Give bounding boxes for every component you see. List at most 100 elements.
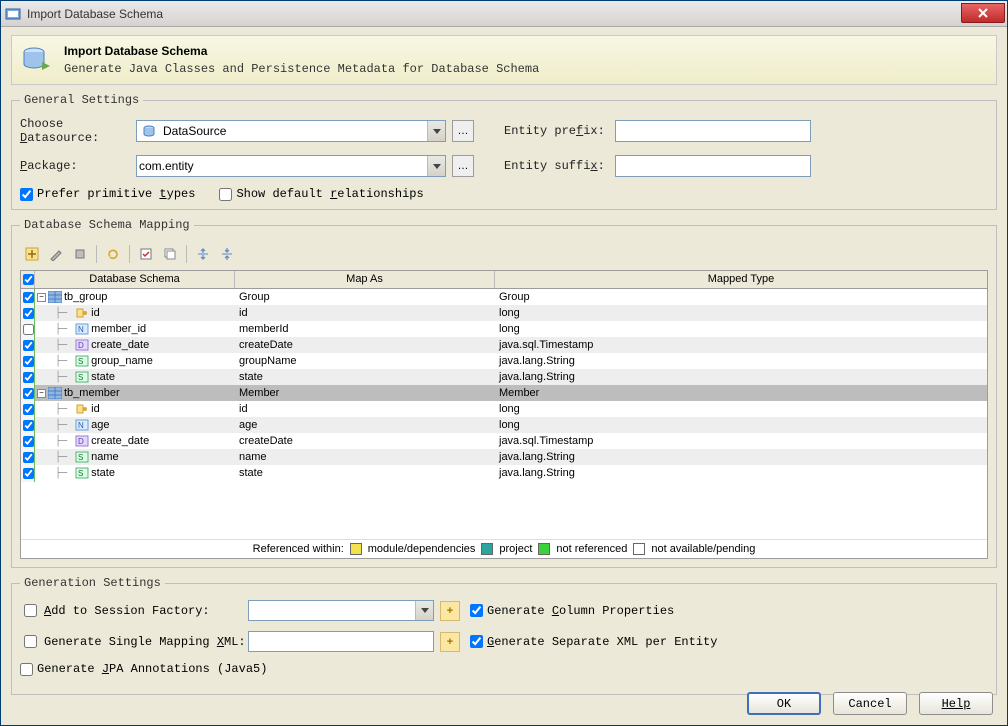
- mapped-type-cell[interactable]: java.lang.String: [495, 451, 987, 463]
- row-checkbox[interactable]: [23, 436, 34, 447]
- show-default-relationships-checkbox[interactable]: Show default relationships: [219, 187, 423, 201]
- dropdown-arrow-icon[interactable]: [427, 121, 445, 141]
- table-row[interactable]: ├─ Sstatestatejava.lang.String: [21, 369, 987, 385]
- expander-icon[interactable]: −: [37, 293, 46, 302]
- row-checkbox[interactable]: [23, 420, 34, 431]
- dropdown-arrow-icon[interactable]: [427, 156, 445, 176]
- map-as-cell[interactable]: name: [235, 451, 495, 463]
- mapped-type-cell[interactable]: java.lang.String: [495, 371, 987, 383]
- select-all-checkbox[interactable]: [23, 274, 34, 285]
- general-settings-legend: General Settings: [20, 93, 143, 107]
- row-checkbox[interactable]: [23, 340, 34, 351]
- mapped-type-cell[interactable]: long: [495, 419, 987, 431]
- mapped-type-cell[interactable]: long: [495, 323, 987, 335]
- mapped-type-cell[interactable]: java.lang.String: [495, 467, 987, 479]
- copy-icon[interactable]: [160, 244, 180, 264]
- entity-suffix-input[interactable]: [615, 155, 811, 177]
- generate-single-mapping-checkbox[interactable]: Generate Single Mapping XML:: [20, 632, 248, 651]
- table-row[interactable]: ├─ Dcreate_datecreateDatejava.sql.Timest…: [21, 337, 987, 353]
- mapped-type-cell[interactable]: Group: [495, 291, 987, 303]
- row-checkbox[interactable]: [23, 324, 34, 335]
- table-row[interactable]: ├─ ididlong: [21, 305, 987, 321]
- table-row[interactable]: ├─ ididlong: [21, 401, 987, 417]
- expand-all-icon[interactable]: [193, 244, 213, 264]
- entity-prefix-input[interactable]: [615, 120, 811, 142]
- table-row[interactable]: ├─ Sgroup_namegroupNamejava.lang.String: [21, 353, 987, 369]
- mapped-type-cell[interactable]: long: [495, 307, 987, 319]
- datasource-label: Choose Datasource:: [20, 117, 136, 145]
- column-icon: [75, 307, 89, 319]
- generate-jpa-annotations-checkbox[interactable]: Generate JPA Annotations (Java5): [20, 662, 267, 676]
- database-icon: [22, 44, 54, 76]
- map-as-cell[interactable]: Group: [235, 291, 495, 303]
- column-icon: S: [75, 451, 89, 463]
- map-as-cell[interactable]: id: [235, 403, 495, 415]
- generation-settings-legend: Generation Settings: [20, 576, 165, 590]
- header-subtitle: Generate Java Classes and Persistence Me…: [64, 62, 539, 76]
- col-map-as: Map As: [235, 271, 495, 288]
- row-checkbox[interactable]: [23, 292, 34, 303]
- datasource-combo[interactable]: DataSource: [136, 120, 446, 142]
- close-button[interactable]: [961, 3, 1005, 23]
- session-factory-combo[interactable]: [248, 600, 434, 621]
- row-checkbox[interactable]: [23, 468, 34, 479]
- row-checkbox[interactable]: [23, 452, 34, 463]
- table-row[interactable]: ├─ Sstatestatejava.lang.String: [21, 465, 987, 481]
- schema-name: id: [91, 403, 100, 415]
- table-row[interactable]: ├─ Nmember_idmemberIdlong: [21, 321, 987, 337]
- mapped-type-cell[interactable]: java.sql.Timestamp: [495, 435, 987, 447]
- expander-icon[interactable]: −: [37, 389, 46, 398]
- schema-name: state: [91, 371, 115, 383]
- ok-button[interactable]: OK: [747, 692, 821, 715]
- map-as-cell[interactable]: state: [235, 467, 495, 479]
- generation-settings-group: Generation Settings Add to Session Facto…: [11, 576, 997, 695]
- datasource-value: DataSource: [161, 124, 427, 138]
- row-checkbox[interactable]: [23, 372, 34, 383]
- delete-icon[interactable]: [70, 244, 90, 264]
- row-checkbox[interactable]: [23, 404, 34, 415]
- collapse-all-icon[interactable]: [217, 244, 237, 264]
- dropdown-arrow-icon: [415, 601, 433, 620]
- cancel-button[interactable]: Cancel: [833, 692, 907, 715]
- prefer-primitive-checkbox[interactable]: Prefer primitive types: [20, 187, 195, 201]
- map-as-cell[interactable]: id: [235, 307, 495, 319]
- mapped-type-cell[interactable]: long: [495, 403, 987, 415]
- map-as-cell[interactable]: memberId: [235, 323, 495, 335]
- map-as-cell[interactable]: age: [235, 419, 495, 431]
- svg-text:S: S: [78, 469, 83, 478]
- single-mapping-input[interactable]: [248, 631, 434, 652]
- package-label: Package:: [20, 159, 136, 173]
- check-all-icon[interactable]: [136, 244, 156, 264]
- package-value[interactable]: [137, 157, 427, 175]
- add-session-factory-checkbox[interactable]: Add to Session Factory:: [20, 601, 248, 620]
- edit-icon[interactable]: [46, 244, 66, 264]
- table-row[interactable]: ├─ Dcreate_datecreateDatejava.sql.Timest…: [21, 433, 987, 449]
- map-as-cell[interactable]: groupName: [235, 355, 495, 367]
- table-row[interactable]: −tb_memberMemberMember: [21, 385, 987, 401]
- col-mapped-type: Mapped Type: [495, 271, 987, 288]
- row-checkbox[interactable]: [23, 308, 34, 319]
- row-checkbox[interactable]: [23, 356, 34, 367]
- mapped-type-cell[interactable]: Member: [495, 387, 987, 399]
- table-row[interactable]: ├─ Nageagelong: [21, 417, 987, 433]
- add-session-button[interactable]: +: [440, 601, 460, 621]
- add-mapping-button[interactable]: +: [440, 632, 460, 652]
- refresh-icon[interactable]: [103, 244, 123, 264]
- package-combo[interactable]: [136, 155, 446, 177]
- map-as-cell[interactable]: state: [235, 371, 495, 383]
- table-row[interactable]: ├─ Snamenamejava.lang.String: [21, 449, 987, 465]
- generate-column-properties-checkbox[interactable]: Generate Column Properties: [470, 604, 674, 618]
- datasource-browse-button[interactable]: …: [452, 120, 474, 142]
- table-row[interactable]: −tb_groupGroupGroup: [21, 289, 987, 305]
- generate-separate-xml-checkbox[interactable]: Generate Separate XML per Entity: [470, 635, 717, 649]
- mapped-type-cell[interactable]: java.sql.Timestamp: [495, 339, 987, 351]
- row-checkbox[interactable]: [23, 388, 34, 399]
- map-as-cell[interactable]: createDate: [235, 339, 495, 351]
- map-as-cell[interactable]: createDate: [235, 435, 495, 447]
- help-button[interactable]: Help: [919, 692, 993, 715]
- mapped-type-cell[interactable]: java.lang.String: [495, 355, 987, 367]
- add-icon[interactable]: [22, 244, 42, 264]
- swatch-notref-icon: [538, 543, 550, 555]
- package-browse-button[interactable]: …: [452, 155, 474, 177]
- map-as-cell[interactable]: Member: [235, 387, 495, 399]
